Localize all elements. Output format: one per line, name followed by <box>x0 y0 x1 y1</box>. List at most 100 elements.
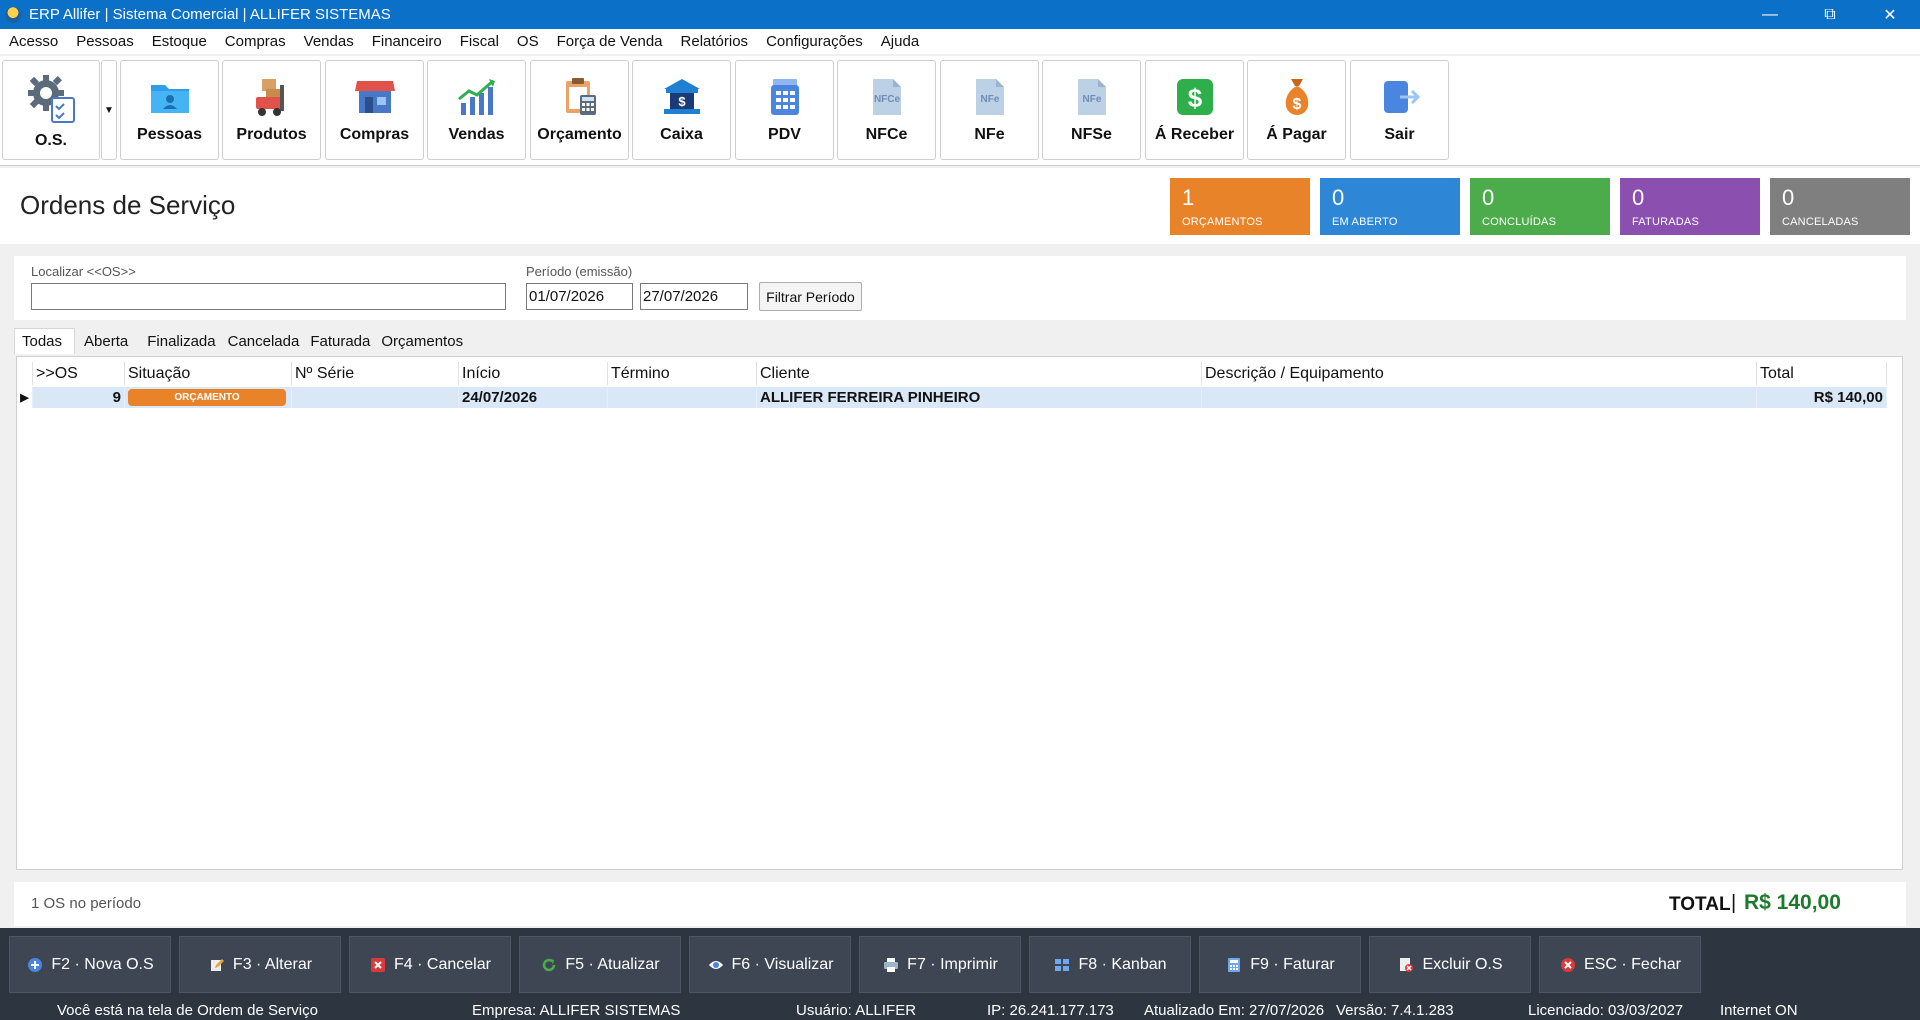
alterar-button[interactable]: F3 · Alterar <box>179 936 341 993</box>
refresh-icon <box>540 956 558 974</box>
page-header: Ordens de Serviço 1 ORÇAMENTOS 0 EM ABER… <box>0 168 1920 244</box>
search-input[interactable] <box>31 283 506 310</box>
date-from-input[interactable] <box>526 283 633 310</box>
produtos-toolbar-label: Produtos <box>236 126 307 143</box>
compras-toolbar-button[interactable]: Compras <box>325 60 424 160</box>
orcamento-toolbar-button[interactable]: Orçamento <box>530 60 629 160</box>
menu-fiscal[interactable]: Fiscal <box>451 33 508 50</box>
produtos-toolbar-button[interactable]: Produtos <box>222 60 321 160</box>
nfe-toolbar-button[interactable]: NFe NFe <box>940 60 1039 160</box>
fechar-button[interactable]: ESC · Fechar <box>1539 936 1701 993</box>
kanban-button[interactable]: F8 · Kanban <box>1029 936 1191 993</box>
col-cliente[interactable]: Cliente <box>757 362 1202 385</box>
restore-button[interactable]: ⧉ <box>1800 0 1860 29</box>
visualizar-label: F6 · Visualizar <box>731 955 834 973</box>
cell-termino <box>608 387 757 408</box>
card-canceladas[interactable]: 0 CANCELADAS <box>1770 178 1910 235</box>
pdv-toolbar-button[interactable]: PDV <box>735 60 834 160</box>
card-orcamentos-value: 1 <box>1182 185 1195 210</box>
title-bar: ERP Allifer | Sistema Comercial | ALLIFE… <box>0 0 1920 29</box>
a-pagar-toolbar-button[interactable]: $ Á Pagar <box>1247 60 1346 160</box>
os-count: 1 OS no período <box>31 895 142 912</box>
cell-total: R$ 140,00 <box>1757 387 1887 408</box>
menu-financeiro[interactable]: Financeiro <box>363 33 451 50</box>
os-toolbar-button[interactable]: O.S. <box>2 60 100 160</box>
total-value: R$ 140,00 <box>1744 891 1841 914</box>
tab-aberta[interactable]: Aberta <box>75 328 134 354</box>
menu-estoque[interactable]: Estoque <box>143 33 216 50</box>
menu-relatorios[interactable]: Relatórios <box>672 33 758 50</box>
filter-period-button[interactable]: Filtrar Período <box>759 282 862 311</box>
table-row[interactable]: ▶ 9 ORÇAMENTO 24/07/2026 ALLIFER FERREIR… <box>17 387 1887 408</box>
cancelar-label: F4 · Cancelar <box>394 955 491 973</box>
menu-configuracoes[interactable]: Configurações <box>757 33 872 50</box>
col-os[interactable]: >>OS <box>33 362 125 385</box>
nfse-toolbar-button[interactable]: NFe NFSe <box>1042 60 1141 160</box>
menu-acesso[interactable]: Acesso <box>0 33 67 50</box>
app-logo-icon <box>5 6 21 23</box>
excluir-os-button[interactable]: Excluir O.S <box>1369 936 1531 993</box>
calculator-icon <box>1225 956 1243 974</box>
card-orcamentos[interactable]: 1 ORÇAMENTOS <box>1170 178 1310 235</box>
kanban-label: F8 · Kanban <box>1078 955 1167 973</box>
col-total[interactable]: Total <box>1757 362 1887 385</box>
imprimir-button[interactable]: F7 · Imprimir <box>859 936 1021 993</box>
faturar-button[interactable]: F9 · Faturar <box>1199 936 1361 993</box>
col-inicio[interactable]: Início <box>459 362 608 385</box>
sair-toolbar-button[interactable]: Sair <box>1350 60 1449 160</box>
total-separator: | <box>1731 892 1737 914</box>
nova-os-button[interactable]: F2 · Nova O.S <box>9 936 171 993</box>
minimize-button[interactable]: — <box>1740 0 1800 29</box>
tab-cancelada[interactable]: Cancelada <box>222 328 306 354</box>
nfe-toolbar-label: NFe <box>974 126 1005 143</box>
menu-os[interactable]: OS <box>508 33 548 50</box>
tab-faturada[interactable]: Faturada <box>305 328 376 354</box>
nfce-toolbar-button[interactable]: NFCe NFCe <box>837 60 936 160</box>
tab-finalizada[interactable]: Finalizada <box>134 328 221 354</box>
exit-door-icon <box>1378 75 1422 119</box>
pdv-toolbar-label: PDV <box>768 126 801 143</box>
card-faturadas[interactable]: 0 FATURADAS <box>1620 178 1760 235</box>
bank-icon: $ <box>660 75 704 119</box>
os-dropdown-button[interactable]: ▼ <box>101 60 117 160</box>
caixa-toolbar-button[interactable]: $ Caixa <box>632 60 731 160</box>
card-em-aberto-value: 0 <box>1332 185 1345 210</box>
vendas-toolbar-button[interactable]: Vendas <box>427 60 526 160</box>
menu-ajuda[interactable]: Ajuda <box>872 33 928 50</box>
card-em-aberto-label: EM ABERTO <box>1332 216 1398 228</box>
cancelar-button[interactable]: F4 · Cancelar <box>349 936 511 993</box>
sair-toolbar-label: Sair <box>1384 126 1415 143</box>
tab-todas[interactable]: Todas <box>14 328 76 354</box>
status-atualizado: Atualizado Em: 27/07/2026 <box>1144 1002 1325 1019</box>
status-usuario: Usuário: ALLIFER <box>796 1002 917 1019</box>
nfce-document-icon: NFCe <box>865 75 909 119</box>
atualizar-label: F5 · Atualizar <box>565 955 660 973</box>
pos-terminal-icon <box>763 75 807 119</box>
card-em-aberto[interactable]: 0 EM ABERTO <box>1320 178 1460 235</box>
a-receber-toolbar-button[interactable]: $ Á Receber <box>1145 60 1244 160</box>
col-situacao[interactable]: Situação <box>125 362 292 385</box>
menu-forca-de-venda[interactable]: Força de Venda <box>548 33 672 50</box>
date-to-input[interactable] <box>640 283 748 310</box>
a-receber-toolbar-label: Á Receber <box>1154 126 1235 143</box>
col-serie[interactable]: Nº Série <box>292 362 459 385</box>
col-descricao[interactable]: Descrição / Equipamento <box>1202 362 1757 385</box>
search-label: Localizar <<OS>> <box>31 264 136 279</box>
col-termino[interactable]: Término <box>608 362 757 385</box>
menu-compras[interactable]: Compras <box>216 33 295 50</box>
close-window-button[interactable]: ✕ <box>1860 0 1920 29</box>
status-empresa: Empresa: ALLIFER SISTEMAS <box>472 1002 681 1019</box>
cell-cliente: ALLIFER FERREIRA PINHEIRO <box>757 387 1202 408</box>
svg-text:NFe: NFe <box>980 94 999 105</box>
menu-pessoas[interactable]: Pessoas <box>67 33 143 50</box>
status-screen: Você está na tela de Ordem de Serviço <box>57 1002 318 1019</box>
status-internet: Internet ON <box>1720 1002 1798 1019</box>
tab-orcamentos[interactable]: Orçamentos <box>376 328 469 354</box>
visualizar-button[interactable]: F6 · Visualizar <box>689 936 851 993</box>
menu-vendas[interactable]: Vendas <box>295 33 363 50</box>
caret-down-icon: ▼ <box>104 104 114 116</box>
pessoas-toolbar-button[interactable]: Pessoas <box>120 60 219 160</box>
atualizar-button[interactable]: F5 · Atualizar <box>519 936 681 993</box>
status-versao: Versão: 7.4.1.283 <box>1336 1002 1454 1019</box>
card-concluidas[interactable]: 0 CONCLUÍDAS <box>1470 178 1610 235</box>
